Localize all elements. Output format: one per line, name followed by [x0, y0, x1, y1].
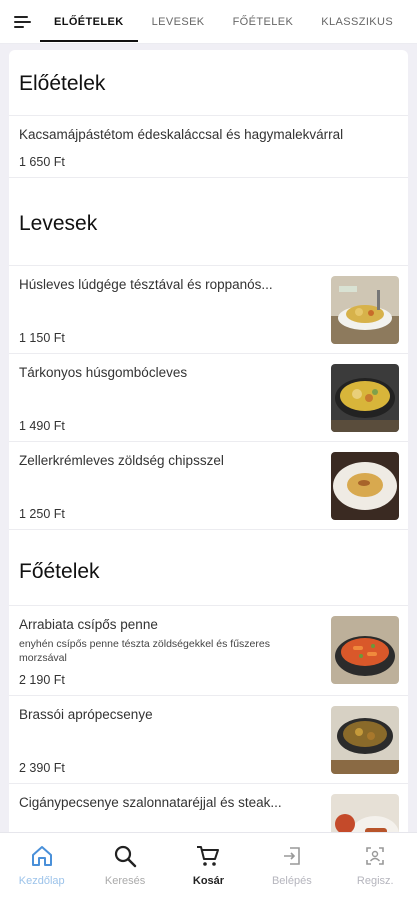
item-price: 1 490 Ft — [19, 419, 65, 433]
menu-button[interactable] — [0, 0, 40, 43]
item-name: Cigánypecsenye szalonnataréjjal és steak… — [19, 795, 282, 810]
list-item[interactable]: Zellerkrémleves zöldség chipsszel 1 250 … — [9, 442, 408, 530]
section-title-foetelek: Főételek — [9, 530, 408, 606]
menu-list: Előételek Kacsamájpástétom édeskaláccsal… — [9, 50, 408, 840]
item-name: Brassói aprópecsenye — [19, 707, 153, 722]
item-name: Húsleves lúdgége tésztával és roppanós..… — [19, 277, 273, 292]
home-icon — [29, 843, 55, 869]
nav-cart-label: Kosár — [192, 875, 225, 887]
soup-pot-image — [331, 364, 399, 432]
nav-register-label: Regisz. — [356, 875, 394, 887]
tab-foetelek[interactable]: FŐÉTELEK — [219, 0, 308, 43]
list-item[interactable]: Tárkonyos húsgombócleves 1 490 Ft — [9, 354, 408, 442]
item-price: 1 150 Ft — [19, 331, 65, 345]
list-item[interactable]: Kacsamájpástétom édeskaláccsal és hagyma… — [9, 116, 408, 178]
tab-klasszikus[interactable]: KLASSZIKUS — [307, 0, 407, 43]
top-category-bar: ELŐÉTELEK LEVESEK FŐÉTELEK KLASSZIKUS — [0, 0, 417, 44]
list-item[interactable]: Arrabiata csípős penne enyhén csípős pen… — [9, 606, 408, 696]
nav-login[interactable]: Belépés — [252, 833, 332, 900]
item-description: enyhén csípős penne tészta zöldségekkel … — [19, 638, 270, 664]
nav-home-label: Kezdőlap — [18, 875, 65, 887]
item-price: 1 650 Ft — [19, 155, 65, 169]
category-tabs: ELŐÉTELEK LEVESEK FŐÉTELEK KLASSZIKUS — [40, 0, 407, 43]
tab-eloetelek[interactable]: ELŐÉTELEK — [40, 0, 138, 43]
cart-icon — [195, 843, 221, 869]
soup-bowl-image — [331, 276, 399, 344]
item-name: Zellerkrémleves zöldség chipsszel — [19, 453, 224, 468]
brasso-image — [331, 706, 399, 774]
list-item[interactable]: Brassói aprópecsenye 2 390 Ft — [9, 696, 408, 784]
section-title-levesek: Levesek — [9, 178, 408, 266]
cream-soup-image — [331, 452, 399, 520]
nav-search[interactable]: Keresés — [85, 833, 165, 900]
list-item[interactable]: Húsleves lúdgége tésztával és roppanós..… — [9, 266, 408, 354]
nav-login-label: Belépés — [271, 875, 312, 887]
item-name: Kacsamájpástétom édeskaláccsal és hagyma… — [19, 127, 344, 142]
penne-image — [331, 616, 399, 684]
nav-search-label: Keresés — [104, 875, 146, 887]
menu-icon — [14, 15, 31, 28]
register-icon — [362, 843, 388, 869]
search-icon — [112, 843, 138, 869]
nav-cart[interactable]: Kosár — [168, 833, 248, 900]
section-title-eloetelek: Előételek — [9, 50, 408, 116]
item-price: 2 190 Ft — [19, 673, 65, 687]
nav-home[interactable]: Kezdőlap — [2, 833, 82, 900]
item-name: Arrabiata csípős penne — [19, 617, 158, 632]
item-price: 2 390 Ft — [19, 761, 65, 775]
item-price: 1 250 Ft — [19, 507, 65, 521]
login-icon — [279, 843, 305, 869]
item-name: Tárkonyos húsgombócleves — [19, 365, 188, 380]
bottom-nav: Kezdőlap Keresés Kosár Belépés Regisz. — [0, 832, 417, 900]
tab-levesek[interactable]: LEVESEK — [138, 0, 219, 43]
nav-register[interactable]: Regisz. — [335, 833, 415, 900]
